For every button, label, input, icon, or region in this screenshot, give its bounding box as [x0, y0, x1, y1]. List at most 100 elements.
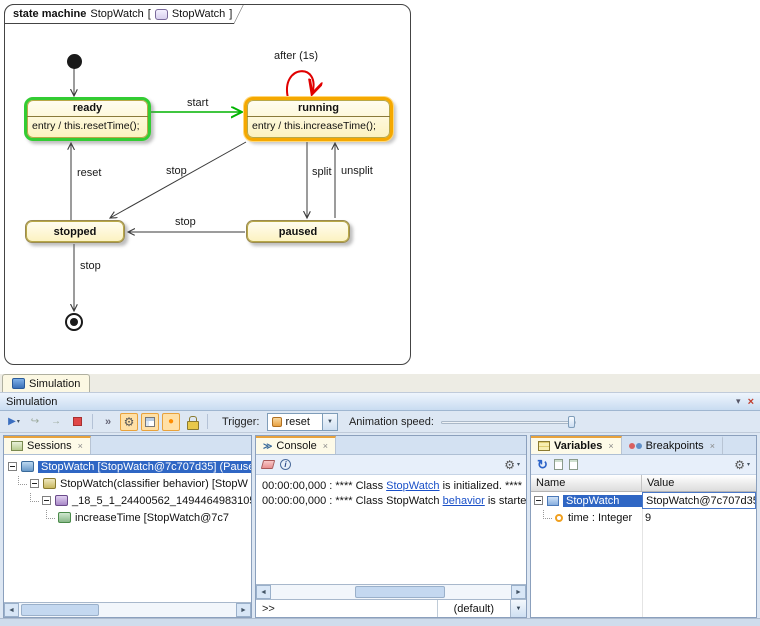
step-over-button[interactable]: →: [47, 413, 65, 431]
final-state[interactable]: [65, 313, 83, 331]
transition-label-stop-running[interactable]: stop: [166, 165, 187, 177]
dropdown-arrow-icon[interactable]: ▼: [510, 600, 526, 617]
tree-row-activity[interactable]: _18_5_1_24400562_1494464983105: [4, 492, 251, 509]
transition-label-start[interactable]: start: [187, 97, 208, 109]
tab-console[interactable]: ≫ Console ×: [256, 436, 336, 454]
collapse-icon[interactable]: [30, 479, 39, 488]
trigger-dropdown[interactable]: reset ▼: [267, 413, 338, 431]
gear-icon[interactable]: ⚙: [504, 459, 515, 471]
transition-label-after-1s[interactable]: after (1s): [274, 50, 318, 62]
state-paused[interactable]: paused: [246, 220, 350, 243]
state-ready[interactable]: ready entry / this.resetTime();: [24, 97, 151, 141]
scroll-track[interactable]: [19, 603, 236, 617]
variable-name: StopWatch: [563, 495, 642, 507]
variables-tab-strip: Variables × Breakpoints ×: [531, 436, 756, 455]
console-tab-label: Console: [276, 440, 316, 452]
simulation-icon: [12, 378, 25, 389]
collapse-icon[interactable]: [8, 462, 17, 471]
transition-label-unsplit[interactable]: unsplit: [341, 165, 373, 177]
tree-row-session[interactable]: StopWatch [StopWatch@7c707d35] (Pause: [4, 458, 251, 475]
dock-tab-label: Simulation: [29, 378, 80, 390]
scroll-thumb[interactable]: [355, 586, 445, 598]
more-buttons-chevron[interactable]: »: [99, 413, 117, 431]
scroll-left-icon[interactable]: ◄: [4, 603, 19, 617]
breakpoints-icon: [629, 443, 642, 449]
console-scope-dropdown[interactable]: (default) ▼: [437, 600, 526, 617]
initial-pseudostate[interactable]: [67, 54, 82, 69]
operation-icon: [58, 512, 71, 523]
console-input-field[interactable]: [281, 600, 437, 617]
tab-variables[interactable]: Variables ×: [531, 436, 622, 454]
lock-button[interactable]: [183, 413, 201, 431]
close-icon[interactable]: ×: [608, 441, 613, 451]
animation-speed-label: Animation speed:: [349, 416, 434, 428]
tree-connector: [30, 492, 39, 502]
close-icon[interactable]: ×: [78, 441, 83, 451]
close-icon[interactable]: ×: [710, 441, 715, 451]
table-row-time[interactable]: time : Integer 9: [531, 509, 756, 526]
column-header-value[interactable]: Value: [642, 475, 756, 491]
play-icon: ▶: [8, 416, 16, 427]
tab-breakpoints[interactable]: Breakpoints ×: [622, 436, 723, 454]
variable-value[interactable]: StopWatch@7c707d35: [642, 492, 756, 509]
clear-console-icon[interactable]: [261, 460, 275, 469]
column-header-name[interactable]: Name: [531, 475, 642, 491]
console-link[interactable]: StopWatch: [386, 480, 439, 492]
animation-speed-slider[interactable]: [441, 413, 576, 431]
state-running-name: running: [247, 100, 390, 114]
simulation-options-button[interactable]: ⚙: [120, 413, 138, 431]
scroll-left-icon[interactable]: ◄: [256, 585, 271, 599]
state-stopped[interactable]: stopped: [25, 220, 125, 243]
sessions-icon: [11, 441, 23, 451]
close-icon[interactable]: ×: [748, 396, 754, 408]
variable-value[interactable]: 9: [642, 509, 756, 526]
variables-table-header: Name Value: [531, 475, 756, 492]
collapse-icon[interactable]: [534, 496, 543, 505]
terminate-button[interactable]: [68, 413, 86, 431]
state-running[interactable]: running entry / this.increaseTime();: [244, 97, 393, 141]
transition-label-split[interactable]: split: [312, 166, 332, 178]
tree-connector: [543, 509, 552, 519]
variable-name: time : Integer: [568, 512, 632, 524]
dock-tab-simulation[interactable]: Simulation: [2, 374, 90, 392]
ui-config-button[interactable]: [141, 413, 159, 431]
import-icon[interactable]: [569, 459, 578, 470]
console-link[interactable]: behavior: [443, 495, 485, 507]
start-simulation-button[interactable]: ▶ ▾: [5, 413, 23, 431]
refresh-icon[interactable]: ↻: [537, 458, 548, 471]
frame-ref-name: StopWatch: [172, 8, 225, 20]
transition-label-reset[interactable]: reset: [77, 167, 101, 179]
transition-label-stop-paused[interactable]: stop: [175, 216, 196, 228]
slider-handle[interactable]: [568, 416, 575, 428]
scroll-right-icon[interactable]: ►: [236, 603, 251, 617]
record-button[interactable]: ●: [162, 413, 180, 431]
gear-icon: ⚙: [124, 416, 135, 428]
dropdown-arrow-icon[interactable]: ▼: [322, 414, 337, 430]
scroll-track[interactable]: [271, 585, 511, 599]
tree-row-behavior[interactable]: StopWatch(classifier behavior) [StopW: [4, 475, 251, 492]
export-icon[interactable]: [554, 459, 563, 470]
step-over-icon: →: [51, 416, 61, 427]
scroll-right-icon[interactable]: ►: [511, 585, 526, 599]
transition-label-stop-final[interactable]: stop: [80, 260, 101, 272]
frame-ref-open: [: [148, 8, 151, 20]
tree-row-operation[interactable]: increaseTime [StopWatch@7c7: [4, 509, 251, 526]
variables-icon: [538, 441, 550, 451]
dock-tab-strip: Simulation: [0, 374, 760, 393]
step-into-button[interactable]: ↪: [26, 413, 44, 431]
tab-sessions[interactable]: Sessions ×: [4, 436, 91, 454]
console-line: 00:00:00,000 : **** Class StopWatch beha…: [262, 494, 520, 509]
console-horizontal-scrollbar[interactable]: ◄ ►: [256, 584, 526, 599]
sessions-horizontal-scrollbar[interactable]: ◄ ►: [4, 602, 251, 617]
info-filter-icon[interactable]: i: [280, 459, 291, 470]
tree-connector: [46, 509, 55, 519]
minimize-icon[interactable]: ▾: [736, 396, 741, 407]
scroll-thumb[interactable]: [21, 604, 99, 616]
state-running-entry: entry / this.increaseTime();: [247, 117, 390, 132]
close-icon[interactable]: ×: [323, 441, 328, 451]
collapse-icon[interactable]: [42, 496, 51, 505]
panel-bottom-edge: [0, 618, 760, 626]
gear-icon[interactable]: ⚙: [734, 459, 745, 471]
table-row-stopwatch[interactable]: StopWatch StopWatch@7c707d35: [531, 492, 756, 509]
variables-pane: Variables × Breakpoints × ↻ ⚙ ▾: [530, 435, 757, 618]
